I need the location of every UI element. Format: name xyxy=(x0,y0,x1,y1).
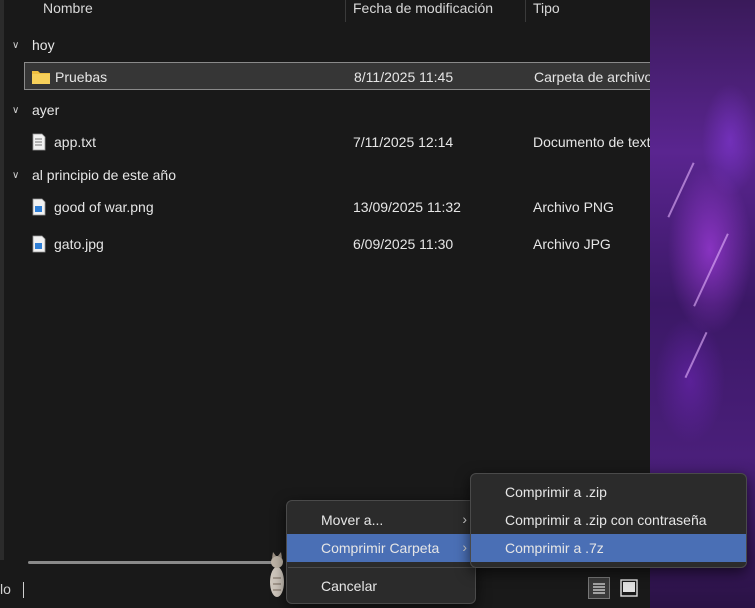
submenu-item-7z[interactable]: Comprimir a .7z xyxy=(471,534,746,562)
group-label: ayer xyxy=(32,102,60,118)
list-item[interactable]: app.txt 7/11/2025 12:14 Documento de tex… xyxy=(24,128,650,156)
chevron-right-icon: › xyxy=(462,539,467,555)
column-divider[interactable] xyxy=(525,0,526,22)
list-item[interactable]: good of war.png 13/09/2025 11:32 Archivo… xyxy=(24,193,650,221)
column-name[interactable]: Nombre xyxy=(43,0,93,16)
file-type: Archivo PNG xyxy=(533,199,614,215)
file-type: Archivo JPG xyxy=(533,236,611,252)
text-file-icon xyxy=(30,133,48,151)
menu-item-label: Mover a... xyxy=(321,512,384,528)
group-header-al-principio[interactable]: ∨ al principio de este año xyxy=(12,167,176,183)
group-label: al principio de este año xyxy=(32,167,176,183)
cat-figure-icon xyxy=(270,552,284,597)
menu-item-comprimir-carpeta[interactable]: Comprimir Carpeta › xyxy=(287,534,475,562)
wallpaper-streak xyxy=(684,331,708,379)
group-header-hoy[interactable]: ∨ hoy xyxy=(12,37,55,53)
file-name: app.txt xyxy=(54,134,97,150)
menu-item-label: Comprimir a .zip con contraseña xyxy=(505,512,707,528)
submenu-item-zip[interactable]: Comprimir a .zip xyxy=(471,478,746,506)
chevron-down-icon: ∨ xyxy=(12,39,20,51)
details-view-button[interactable] xyxy=(588,577,610,599)
details-view-icon xyxy=(593,583,605,594)
wallpaper-streak xyxy=(667,162,695,218)
preview-pane-icon xyxy=(620,579,638,597)
folder-icon xyxy=(31,68,50,86)
list-item[interactable]: Pruebas 8/11/2025 11:45 Carpeta de archi… xyxy=(24,62,651,90)
column-divider[interactable] xyxy=(345,0,346,22)
file-name: good of war.png xyxy=(54,199,154,215)
image-file-icon xyxy=(30,235,48,253)
list-item[interactable]: gato.jpg 6/09/2025 11:30 Archivo JPG xyxy=(24,230,650,258)
menu-item-label: Comprimir a .7z xyxy=(505,540,604,556)
menu-separator xyxy=(288,567,474,568)
file-date: 13/09/2025 11:32 xyxy=(353,199,461,215)
file-date: 6/09/2025 11:30 xyxy=(353,236,454,252)
group-header-ayer[interactable]: ∨ ayer xyxy=(12,102,59,118)
chevron-down-icon: ∨ xyxy=(12,104,20,116)
horizontal-scrollbar[interactable] xyxy=(28,561,278,564)
chevron-down-icon: ∨ xyxy=(12,169,20,181)
file-type: Carpeta de archivos xyxy=(534,69,651,85)
status-text: lo xyxy=(0,581,11,597)
menu-item-label: Comprimir Carpeta xyxy=(321,540,440,556)
image-file-icon xyxy=(30,198,48,216)
column-modified[interactable]: Fecha de modificación xyxy=(353,0,493,16)
menu-item-label: Cancelar xyxy=(321,578,378,594)
file-name: Pruebas xyxy=(55,69,108,85)
file-type: Documento de texto xyxy=(533,134,650,150)
wallpaper-streak xyxy=(693,233,729,307)
large-icons-view-button[interactable] xyxy=(618,577,640,599)
text-caret xyxy=(23,582,24,598)
file-date: 7/11/2025 12:14 xyxy=(353,134,454,150)
window-edge xyxy=(0,0,4,560)
submenu-item-zip-password[interactable]: Comprimir a .zip con contraseña xyxy=(471,506,746,534)
file-name: gato.jpg xyxy=(54,236,104,252)
column-type[interactable]: Tipo xyxy=(533,0,560,16)
file-date: 8/11/2025 11:45 xyxy=(354,69,454,85)
submenu: Comprimir a .zip Comprimir a .zip con co… xyxy=(470,473,747,568)
menu-item-cancelar[interactable]: Cancelar xyxy=(287,572,475,600)
menu-item-mover[interactable]: Mover a... › xyxy=(287,506,475,534)
menu-item-label: Comprimir a .zip xyxy=(505,484,607,500)
context-menu: Mover a... › Comprimir Carpeta › Cancela… xyxy=(286,500,476,604)
group-label: hoy xyxy=(32,37,55,53)
column-header: Nombre Fecha de modificación Tipo xyxy=(0,0,650,24)
chevron-right-icon: › xyxy=(462,511,467,527)
